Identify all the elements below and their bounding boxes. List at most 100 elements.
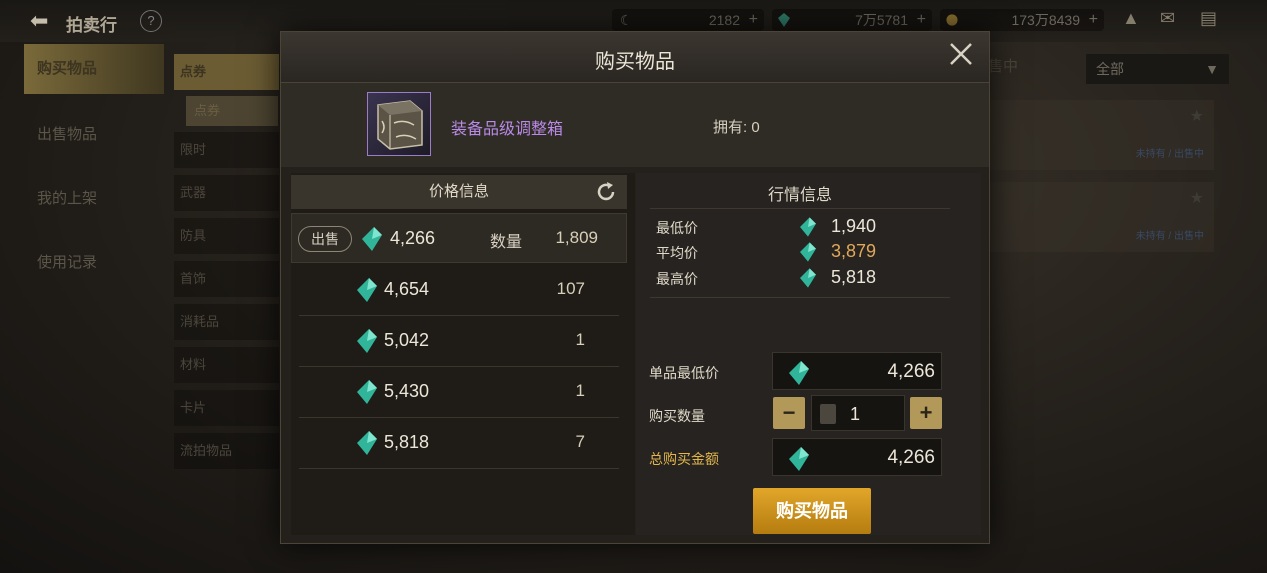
- avg-price-value: 3,879: [831, 241, 877, 261]
- item-name: 装备品级调整箱: [451, 121, 564, 138]
- category-coupon[interactable]: 点券: [174, 54, 279, 90]
- price-value: 5,042: [384, 330, 430, 350]
- back-arrow-icon[interactable]: ⬅: [30, 8, 48, 34]
- gem-icon: [357, 329, 377, 353]
- buy-button[interactable]: 购买物品: [753, 488, 871, 534]
- price-row[interactable]: 5,430 1: [299, 367, 619, 418]
- add-currency-icon[interactable]: +: [917, 9, 926, 31]
- divider: [650, 208, 950, 209]
- category-unsold[interactable]: 流拍物品: [174, 433, 279, 469]
- category-limited[interactable]: 限时: [174, 132, 279, 168]
- price-value: 4,654: [384, 279, 430, 299]
- qty-value: 107: [556, 279, 585, 298]
- currency-coupon: ☾ 2182 +: [612, 9, 764, 31]
- category-accessory[interactable]: 首饰: [174, 261, 279, 297]
- page-title: 拍卖行: [66, 16, 117, 35]
- price-info-panel: 价格信息 出售 4,266 数量 1,809 4,654 107 5,042 1…: [291, 173, 635, 535]
- star-icon[interactable]: ★: [1190, 106, 1204, 126]
- total-price-label: 总购买金额: [649, 451, 719, 467]
- price-info-title: 价格信息: [428, 183, 489, 200]
- gem-icon: [357, 380, 377, 404]
- sidebar-item-buy[interactable]: 购买物品: [24, 44, 164, 94]
- list-item[interactable]: ★ 未持有 / 出售中: [988, 182, 1214, 252]
- item-box-icon: [367, 92, 431, 156]
- decrease-qty-button[interactable]: −: [773, 397, 805, 429]
- help-icon[interactable]: ?: [140, 10, 162, 32]
- quantity-label: 购买数量: [649, 408, 705, 424]
- price-value: 4,266: [390, 228, 436, 248]
- category-weapon[interactable]: 武器: [174, 175, 279, 211]
- category-material[interactable]: 材料: [174, 347, 279, 383]
- buy-item-modal: 购买物品 装备品级调整箱 拥有: 0 价格信息 出售 4,266 数量 1,80…: [280, 31, 990, 544]
- gem-icon: [800, 268, 816, 288]
- currency-gem: 7万5781 +: [772, 9, 932, 31]
- chat-icon[interactable]: ▤: [1200, 8, 1217, 29]
- quantity-input[interactable]: 1: [811, 395, 905, 431]
- mail-icon[interactable]: ✉: [1160, 8, 1175, 29]
- bag-icon[interactable]: ▲: [1122, 8, 1140, 29]
- max-price-label: 最高价: [656, 271, 698, 287]
- filter-dropdown[interactable]: 全部 ▼: [1086, 54, 1229, 84]
- gold-coin-icon: [946, 14, 958, 26]
- star-icon[interactable]: ★: [1190, 188, 1204, 208]
- list-item[interactable]: ★ 未持有 / 出售中: [988, 100, 1214, 170]
- list-header-partial: 售中: [988, 58, 1019, 75]
- modal-title: 购买物品: [595, 51, 675, 73]
- unit-price-value: 4,266: [887, 361, 935, 382]
- price-info-header: 价格信息: [291, 175, 627, 209]
- qty-label: 数量: [490, 234, 523, 251]
- gem-icon: [800, 242, 816, 262]
- status-text: 未持有 / 出售中: [1135, 149, 1204, 160]
- modal-header: 购买物品: [281, 32, 989, 83]
- increase-qty-button[interactable]: +: [910, 397, 942, 429]
- status-text: 未持有 / 出售中: [1135, 231, 1204, 242]
- price-row[interactable]: 出售 4,266 数量 1,809: [291, 213, 627, 263]
- currency-value: 2182: [708, 12, 740, 28]
- price-row[interactable]: 4,654 107: [299, 265, 619, 316]
- price-value: 5,818: [384, 432, 430, 452]
- max-price-value: 5,818: [831, 267, 877, 287]
- qty-value: 7: [575, 432, 585, 451]
- qty-value: 1: [575, 381, 585, 400]
- subcategory-coupon[interactable]: 点券: [186, 96, 278, 126]
- category-consumable[interactable]: 消耗品: [174, 304, 279, 340]
- unit-price-label: 单品最低价: [649, 365, 719, 381]
- gem-icon: [789, 447, 809, 471]
- refresh-icon[interactable]: [595, 181, 617, 203]
- filter-value: 全部: [1096, 61, 1124, 77]
- avg-price-label: 平均价: [656, 245, 698, 261]
- price-row[interactable]: 5,042 1: [299, 316, 619, 367]
- gem-icon: [800, 217, 816, 237]
- add-currency-icon[interactable]: +: [1089, 9, 1098, 31]
- gem-icon: [789, 361, 809, 385]
- sale-badge: 出售: [298, 226, 352, 252]
- currency-value: 7万5781: [855, 12, 908, 28]
- price-value: 5,430: [384, 381, 430, 401]
- sidebar-item-sell[interactable]: 出售物品: [24, 110, 164, 160]
- qty-value: 1: [575, 330, 585, 349]
- sidebar-item-history[interactable]: 使用记录: [24, 238, 164, 288]
- gem-icon: [357, 278, 377, 302]
- min-price-label: 最低价: [656, 220, 698, 236]
- category-card[interactable]: 卡片: [174, 390, 279, 426]
- currency-gold: 173万8439 +: [940, 9, 1104, 31]
- unit-price-field: 4,266: [772, 352, 942, 390]
- chevron-down-icon: ▼: [1205, 61, 1219, 77]
- coupon-icon: ☾: [620, 12, 633, 28]
- total-price-field: 4,266: [772, 438, 942, 476]
- add-currency-icon[interactable]: +: [749, 9, 758, 31]
- gem-icon: [362, 227, 382, 251]
- currency-value: 173万8439: [1011, 12, 1080, 28]
- calculator-icon[interactable]: [820, 404, 836, 424]
- qty-value: 1,809: [555, 228, 598, 247]
- min-price-value: 1,940: [831, 216, 877, 236]
- quantity-value: 1: [850, 404, 861, 424]
- price-row[interactable]: 5,818 7: [299, 418, 619, 469]
- total-price-value: 4,266: [887, 447, 935, 468]
- market-info-title: 行情信息: [767, 187, 832, 204]
- gem-icon: [357, 431, 377, 455]
- gem-icon: [778, 13, 790, 27]
- close-icon[interactable]: [949, 42, 973, 66]
- category-armor[interactable]: 防具: [174, 218, 279, 254]
- sidebar-item-my-listings[interactable]: 我的上架: [24, 174, 164, 224]
